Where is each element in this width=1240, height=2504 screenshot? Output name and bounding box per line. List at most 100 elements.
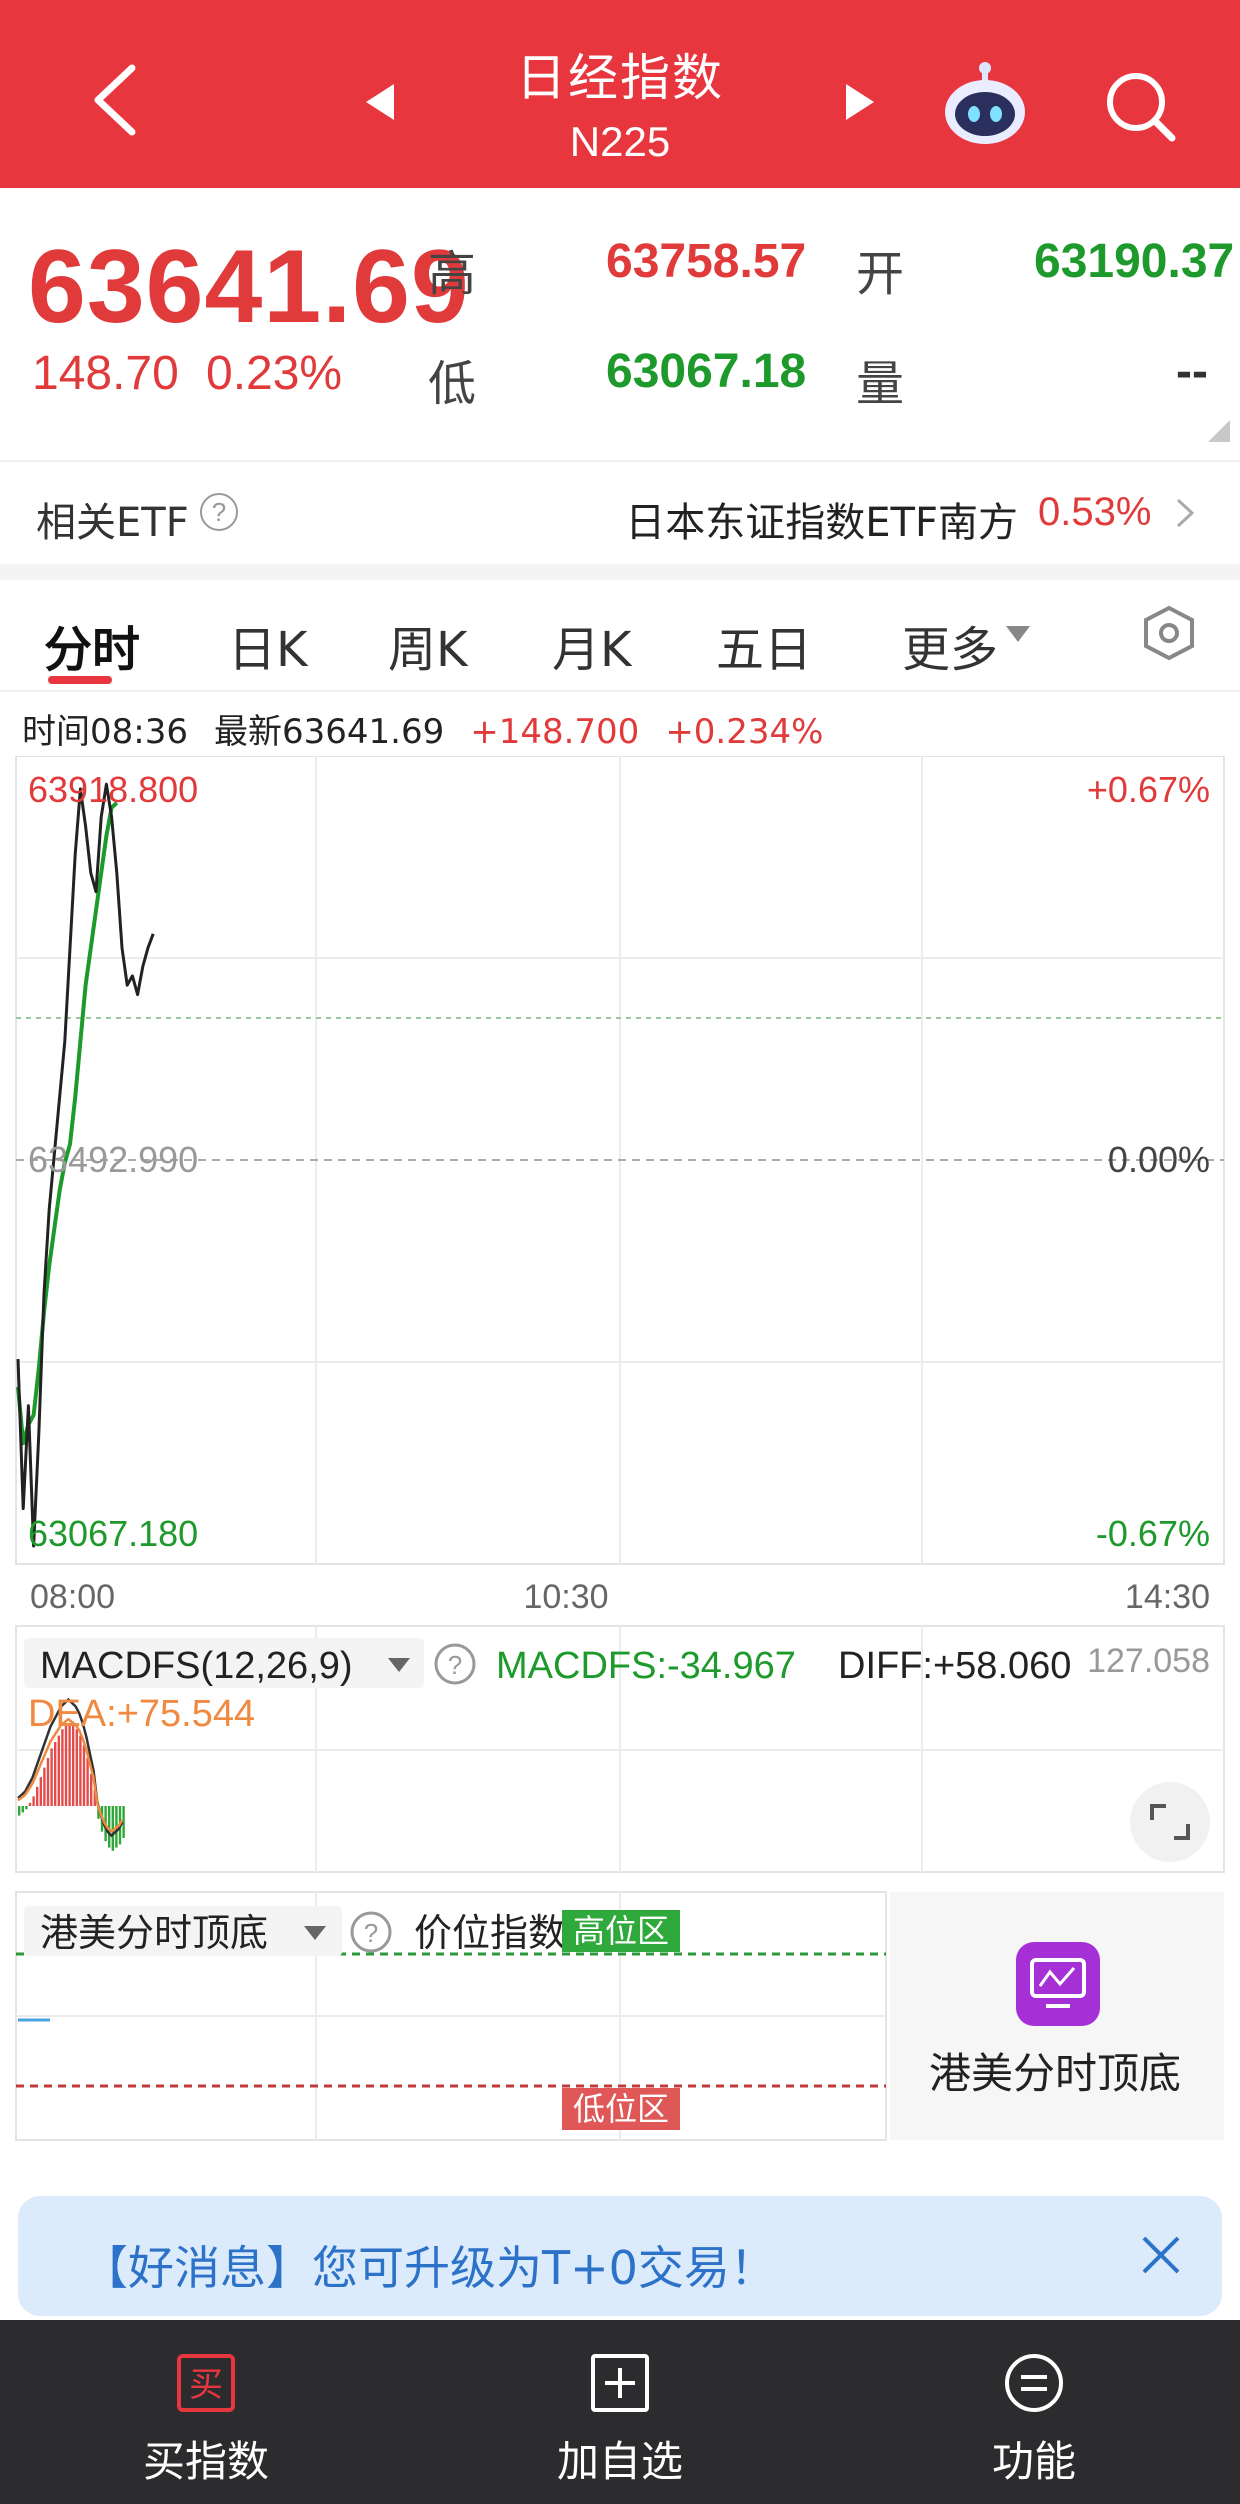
price-change: 148.70 [32, 347, 179, 400]
side-card-title: 港美分时顶底 [928, 2049, 1181, 2098]
macd-bar [25, 1806, 28, 1810]
price-change-pct: 0.23% [206, 347, 343, 400]
index-code: N225 [569, 118, 671, 165]
dea-value: DEA:+75.544 [28, 1693, 255, 1735]
fullscreen-button[interactable] [1130, 1782, 1210, 1862]
price-level-help-text: ? [364, 1918, 378, 1948]
section-gap [0, 564, 1240, 580]
caret-down-icon [1006, 626, 1030, 642]
macd-bar [36, 1786, 39, 1806]
bottom-action-bar: 买 买指数 加自选 功能 [0, 2320, 1240, 2504]
info-change-pct: +0.234% [665, 712, 824, 752]
buy-index-label: 买指数 [142, 2437, 269, 2486]
x-tick-mid: 10:30 [523, 1578, 608, 1616]
high-label: 高 [428, 246, 477, 302]
buy-index-button[interactable]: 买 买指数 [86, 2352, 326, 2489]
help-icon[interactable]: ? [200, 493, 238, 531]
macd-bar [79, 1735, 82, 1806]
strategy-card-icon [1016, 1942, 1100, 2026]
functions-button[interactable]: 功能 [914, 2352, 1154, 2489]
back-icon[interactable] [80, 60, 150, 140]
macd-bar [18, 1806, 21, 1816]
macd-bar [90, 1774, 93, 1806]
macdfs-value: MACDFS:-34.967 [496, 1645, 796, 1687]
etf-label: 相关ETF [36, 500, 189, 546]
macd-bar [86, 1758, 89, 1806]
next-index-icon[interactable] [840, 80, 880, 124]
macd-axis-value: 127.058 [1087, 1642, 1210, 1680]
open-label: 开 [856, 246, 905, 302]
macd-bar [43, 1767, 46, 1806]
expand-corner-icon[interactable] [1208, 420, 1230, 442]
low-value: 63067.18 [606, 345, 807, 398]
price-level-title: 价位指数 [414, 1911, 566, 1955]
intraday-chart-svg: 63918.800 63492.990 63067.180 +0.67% 0.0… [15, 756, 1225, 2141]
etf-change-pct: 0.53% [1038, 490, 1152, 534]
add-watchlist-button[interactable]: 加自选 [500, 2352, 740, 2489]
volume-value: -- [1176, 345, 1208, 398]
etf-name: 日本东证指数ETF南方 [625, 500, 1018, 546]
tab-weekly-k[interactable]: 周K [388, 610, 467, 680]
menu-circle-icon [1005, 2354, 1063, 2412]
open-value: 63190.37 [1034, 235, 1235, 288]
pct-top-label: +0.67% [1087, 769, 1210, 810]
pct-bottom-label: -0.67% [1096, 1513, 1210, 1554]
info-latest: 最新63641.69 [213, 712, 445, 752]
tab-five-day[interactable]: 五日 [716, 610, 812, 680]
active-tab-indicator [48, 676, 112, 684]
pct-mid-label: 0.00% [1108, 1139, 1210, 1180]
macd-bar [75, 1729, 78, 1806]
quote-panel: 63641.69 148.70 0.23% 高 63758.57 开 63190… [0, 188, 1240, 460]
macd-bar [39, 1777, 42, 1806]
page-title: 日经指数 [516, 49, 724, 107]
robot-assistant-icon[interactable] [940, 58, 1030, 148]
add-watchlist-label: 加自选 [556, 2437, 683, 2486]
prev-index-icon[interactable] [360, 80, 400, 124]
chevron-right-icon [1176, 498, 1195, 528]
buy-icon: 买 [177, 2354, 235, 2412]
period-tabs: 分时 日K 周K 月K 五日 更多 [0, 580, 1240, 690]
y-bottom-label: 63067.180 [28, 1513, 198, 1554]
x-tick-end: 14:30 [1125, 1578, 1210, 1616]
add-icon [591, 2354, 649, 2412]
low-zone-label: 低位区 [573, 2090, 669, 2128]
promo-banner[interactable]: 【好消息】您可升级为T+0交易！ [18, 2196, 1222, 2316]
related-etf-row[interactable]: 相关ETF ? 日本东证指数ETF南方 0.53% [0, 460, 1240, 564]
high-value: 63758.57 [606, 235, 807, 288]
info-time: 时间08:36 [22, 712, 188, 752]
macd-bar [68, 1722, 71, 1806]
diff-value: DIFF:+58.060 [838, 1645, 1071, 1687]
macd-bar [82, 1745, 86, 1806]
macd-bar [57, 1735, 60, 1806]
low-label: 低 [428, 356, 477, 412]
functions-label: 功能 [991, 2437, 1076, 2486]
close-icon[interactable] [1138, 2232, 1184, 2278]
macd-selector-label: MACDFS(12,26,9) [40, 1645, 353, 1687]
macd-bar [122, 1806, 125, 1838]
macd-bar [50, 1748, 53, 1806]
macd-bar [61, 1729, 64, 1806]
volume-label: 量 [856, 356, 905, 412]
tab-daily-k[interactable]: 日K [228, 610, 307, 680]
promo-text: 【好消息】您可升级为T+0交易！ [82, 2241, 776, 2295]
y-mid-label: 63492.990 [28, 1139, 198, 1180]
intraday-chart-area[interactable]: 63918.800 63492.990 63067.180 +0.67% 0.0… [0, 756, 1240, 2146]
macd-bar [28, 1802, 32, 1806]
latest-price: 63641.69 [28, 229, 470, 345]
settings-hexagon-icon[interactable] [1140, 604, 1198, 662]
buy-icon-text: 买 [189, 2365, 223, 2405]
macd-bar [72, 1726, 75, 1806]
tab-monthly-k[interactable]: 月K [552, 610, 631, 680]
y-top-label: 63918.800 [28, 769, 198, 810]
search-icon[interactable] [1100, 66, 1180, 146]
high-zone-label: 高位区 [573, 1912, 669, 1950]
macd-bar [46, 1758, 50, 1806]
divider [0, 690, 1240, 692]
macd-bar [32, 1796, 35, 1806]
price-level-selector-label: 港美分时顶底 [40, 1911, 268, 1955]
tab-intraday[interactable]: 分时 [44, 610, 140, 680]
app-header: 日经指数 N225 [0, 0, 1240, 188]
macd-bar [21, 1806, 24, 1813]
macd-help-text: ? [448, 1650, 462, 1680]
tab-more[interactable]: 更多 [902, 610, 998, 680]
